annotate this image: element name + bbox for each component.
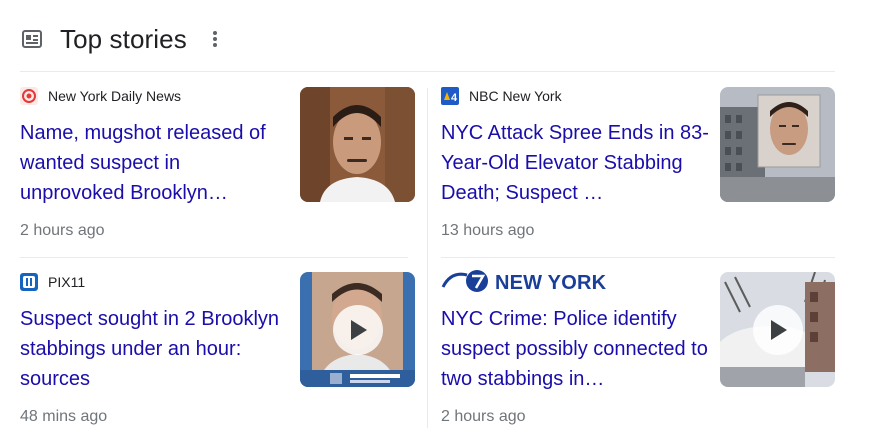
story-time: 2 hours ago [441, 408, 526, 425]
story-thumbnail[interactable] [720, 87, 835, 202]
source-name: NBC New York [469, 88, 562, 104]
play-icon [752, 304, 803, 355]
story-source: 4 NBC New York [441, 86, 711, 106]
news-icon [20, 27, 44, 51]
story-source: NEW YORK [441, 269, 711, 298]
svg-text:4: 4 [451, 92, 458, 104]
daily-news-logo-icon [20, 87, 38, 105]
abc7-logo-icon [441, 269, 491, 298]
source-name: New York Daily News [48, 88, 182, 104]
story-source: PIX11 [20, 272, 290, 292]
nbc-4-logo-icon: 4 [441, 87, 459, 105]
story-card[interactable]: New York Daily News Name, mugshot releas… [20, 86, 290, 208]
source-name: PIX11 [48, 274, 86, 290]
top-stories-header: Top stories [20, 22, 221, 56]
divider [20, 257, 408, 258]
story-headline[interactable]: NYC Attack Spree Ends in 83-Year-Old Ele… [441, 118, 711, 208]
story-card[interactable]: 4 NBC New York NYC Attack Spree Ends in … [441, 86, 711, 208]
story-video-thumbnail[interactable] [720, 272, 835, 387]
story-headline[interactable]: NYC Crime: Police identify suspect possi… [441, 304, 711, 394]
story-time: 48 mins ago [20, 408, 108, 425]
play-icon [332, 304, 383, 355]
story-card[interactable]: PIX11 Suspect sought in 2 Brooklyn stabb… [20, 272, 290, 394]
story-card[interactable]: NEW YORK NYC Crime: Police identify susp… [441, 269, 711, 394]
story-headline[interactable]: Name, mugshot released of wanted suspect… [20, 118, 290, 208]
story-thumbnail[interactable] [300, 87, 415, 202]
source-name: NEW YORK [495, 271, 607, 294]
divider [441, 257, 835, 258]
more-vert-icon[interactable] [209, 29, 221, 49]
story-headline[interactable]: Suspect sought in 2 Brooklyn stabbings u… [20, 304, 290, 394]
divider [20, 71, 835, 72]
story-time: 2 hours ago [20, 222, 105, 239]
section-title: Top stories [60, 23, 187, 54]
story-time: 13 hours ago [441, 222, 535, 239]
story-source: New York Daily News [20, 86, 290, 106]
story-video-thumbnail[interactable] [300, 272, 415, 387]
divider [427, 88, 428, 428]
pix11-logo-icon [20, 273, 38, 291]
